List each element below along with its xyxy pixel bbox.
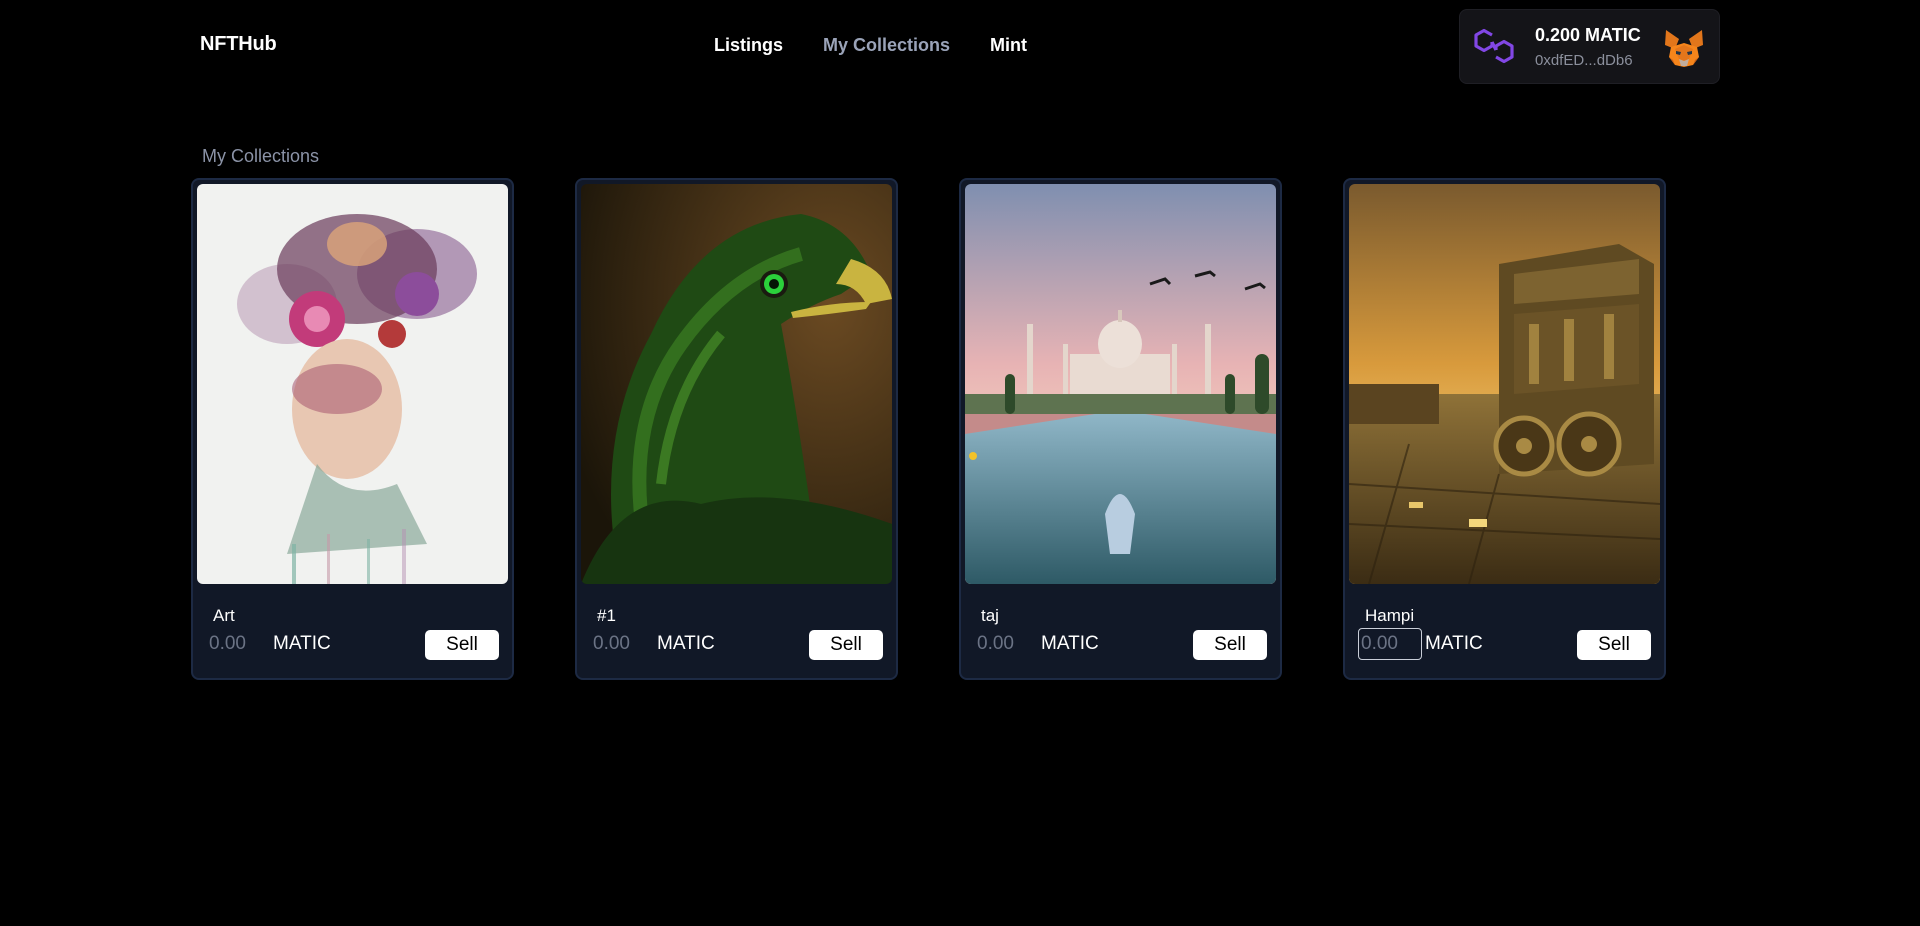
top-navbar: NFTHub Listings My Collections Mint 0.20…	[0, 0, 1920, 92]
polygon-icon	[1474, 28, 1514, 64]
price-input[interactable]	[974, 628, 1038, 660]
wallet-address: 0xdfED...dDb6	[1535, 52, 1633, 69]
currency-label: MATIC	[657, 633, 715, 654]
main-nav: Listings My Collections Mint	[714, 35, 1027, 56]
nft-card: Hampi MATIC Sell	[1343, 178, 1666, 680]
nft-image[interactable]	[1349, 184, 1660, 584]
nft-name: taj	[981, 606, 999, 625]
nft-name: Hampi	[1365, 606, 1415, 625]
nav-my-collections[interactable]: My Collections	[823, 35, 950, 56]
sell-button[interactable]: Sell	[425, 630, 499, 660]
price-input[interactable]	[206, 628, 270, 660]
sell-button[interactable]: Sell	[1577, 630, 1651, 660]
nav-listings[interactable]: Listings	[714, 35, 783, 56]
wallet-panel[interactable]: 0.200 MATIC 0xdfED...dDb6	[1459, 9, 1720, 84]
section-title: My Collections	[202, 146, 320, 166]
price-input[interactable]	[590, 628, 654, 660]
price-input[interactable]	[1358, 628, 1422, 660]
nft-image[interactable]	[197, 184, 508, 584]
metamask-fox-icon	[1665, 30, 1703, 67]
sell-button[interactable]: Sell	[1193, 630, 1267, 660]
currency-label: MATIC	[1425, 633, 1483, 654]
nft-image[interactable]	[581, 184, 892, 584]
nft-card: taj MATIC Sell	[959, 178, 1282, 680]
nft-name: Art	[213, 606, 235, 625]
wallet-balance: 0.200 MATIC	[1535, 25, 1641, 45]
currency-label: MATIC	[273, 633, 331, 654]
nav-mint[interactable]: Mint	[990, 35, 1027, 56]
nft-name: #1	[597, 606, 616, 625]
nft-card: #1 MATIC Sell	[575, 178, 898, 680]
nft-image[interactable]	[965, 184, 1276, 584]
nft-card: Art MATIC Sell	[191, 178, 514, 680]
sell-button[interactable]: Sell	[809, 630, 883, 660]
brand-logo[interactable]: NFTHub	[200, 33, 277, 56]
currency-label: MATIC	[1041, 633, 1099, 654]
